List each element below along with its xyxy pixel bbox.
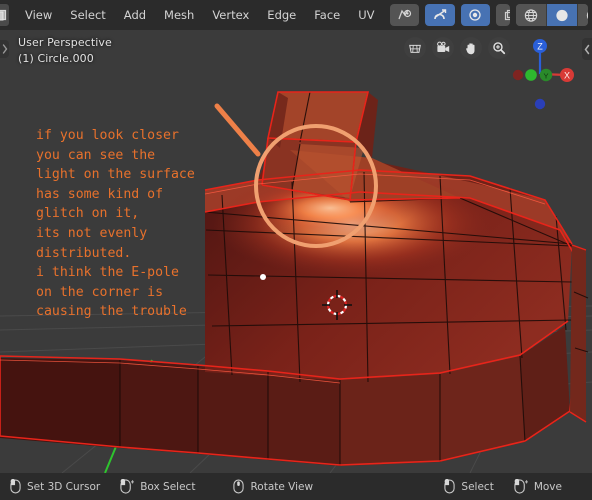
gizmo-label-x: X	[564, 71, 570, 81]
snap-toggle-button[interactable]	[425, 4, 455, 26]
proportional-editing-group	[460, 4, 491, 26]
blender-window: View Select Add Mesh Vertex Edge Face UV	[0, 0, 592, 500]
shading-mode-group	[516, 4, 589, 26]
snap-group	[425, 4, 455, 26]
mouse-middle-click-icon	[233, 479, 245, 494]
status-rotate-view[interactable]: Rotate View	[233, 479, 313, 494]
status-label: Rotate View	[250, 480, 314, 493]
menu-select[interactable]: Select	[61, 0, 114, 30]
menu-view[interactable]: View	[16, 0, 61, 30]
status-select[interactable]: Select	[444, 479, 494, 494]
material-preview-icon	[586, 11, 589, 19]
shading-solid[interactable]	[547, 4, 579, 26]
magnet-snap-icon	[434, 9, 447, 20]
gizmo-axis-neg-z	[534, 98, 546, 110]
toggle-orthographic-button[interactable]	[404, 37, 426, 59]
status-move[interactable]: Move	[514, 479, 562, 494]
pan-view-button[interactable]	[460, 37, 482, 59]
menu-edge[interactable]: Edge	[258, 0, 305, 30]
status-set-3d-cursor[interactable]: Set 3D Cursor	[10, 479, 100, 494]
toggle-xray-icon	[505, 9, 511, 21]
annotation-text: if you look closer you can see the light…	[36, 128, 195, 320]
gizmo-label-z: Z	[537, 42, 543, 52]
hand-icon	[466, 42, 475, 54]
viewport-perspective-label: User Perspective	[18, 36, 112, 49]
menu-uv[interactable]: UV	[349, 0, 383, 30]
active-vertex-dot	[260, 274, 266, 280]
navigation-gizmo[interactable]: Y Z X	[500, 34, 580, 114]
toggle-xray-button[interactable]	[496, 4, 511, 26]
3d-viewport[interactable]: User Perspective (1) Circle.000 if you l…	[0, 30, 592, 473]
camera-view-button[interactable]	[432, 37, 454, 59]
mesh-face	[120, 360, 198, 454]
menu-face[interactable]: Face	[305, 0, 349, 30]
proportional-editing-button[interactable]	[460, 4, 491, 26]
gizmo-axis-neg-y	[525, 69, 537, 81]
mouse-left-drag-icon	[120, 479, 135, 494]
camera-icon	[436, 41, 449, 52]
status-label: Move	[533, 480, 562, 493]
edit-mode-icon	[0, 9, 7, 21]
viewport-object-label: (1) Circle.000	[18, 52, 94, 65]
status-box-select[interactable]: Box Select	[120, 479, 195, 494]
interaction-mode-selector[interactable]	[0, 3, 10, 27]
shading-wireframe[interactable]	[516, 4, 548, 26]
wireframe-icon	[524, 8, 538, 22]
grid-perspective-icon	[409, 44, 421, 53]
shading-material[interactable]	[578, 4, 589, 26]
solid-sphere-icon	[556, 9, 568, 21]
menu-mesh[interactable]: Mesh	[155, 0, 203, 30]
mouse-left-click-icon	[10, 479, 21, 494]
mouse-left-click-icon	[444, 479, 456, 494]
mouse-left-drag-icon	[514, 479, 528, 494]
mesh-face	[268, 372, 340, 466]
menu-add[interactable]: Add	[115, 0, 155, 30]
mesh-face	[340, 374, 440, 466]
status-bar: Set 3D Cursor Box Select Rotate View Sel…	[0, 473, 592, 500]
xray-group	[496, 4, 511, 26]
status-label: Set 3D Cursor	[27, 480, 101, 493]
proportional-editing-icon	[469, 9, 481, 21]
viewport-header-toolbar: View Select Add Mesh Vertex Edge Face UV	[0, 0, 592, 30]
gizmo-label-y: Y	[543, 71, 548, 80]
mesh-right-sliver	[570, 245, 586, 422]
gizmo-axis-neg-x	[512, 69, 524, 81]
mesh-visibility-group	[389, 4, 420, 26]
toolbar-collapse-left[interactable]	[0, 40, 9, 58]
chevron-right-icon	[2, 44, 7, 54]
mesh-face	[0, 358, 120, 448]
mesh-face	[198, 366, 268, 460]
status-label: Box Select	[140, 480, 196, 493]
chevron-left-icon	[584, 44, 590, 54]
mesh-visibility-icon	[397, 9, 411, 20]
mesh-visibility-button[interactable]	[389, 4, 420, 26]
status-label: Select	[461, 480, 494, 493]
menu-vertex[interactable]: Vertex	[203, 0, 258, 30]
sidebar-collapse-right[interactable]	[582, 38, 592, 60]
